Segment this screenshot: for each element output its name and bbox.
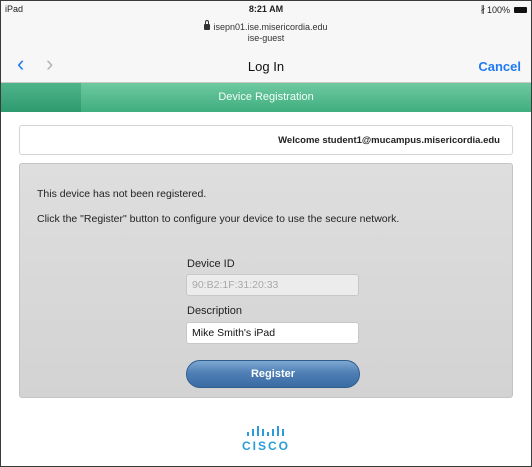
- battery-icon: [514, 6, 527, 13]
- description-label: Description: [187, 305, 243, 317]
- clock: 8:21 AM: [248, 4, 284, 14]
- page-title: Log In: [247, 59, 285, 74]
- registration-panel: This device has not been registered. Cli…: [19, 163, 513, 398]
- nav-bar: ‹ › Log In Cancel: [1, 49, 531, 83]
- status-right: ∦ 100%: [480, 4, 527, 15]
- register-instructions: Click the "Register" button to configure…: [37, 213, 400, 225]
- url-bar[interactable]: isepn01.ise.misericordia.edu ise-guest: [1, 17, 531, 49]
- banner-title: Device Registration: [218, 91, 314, 103]
- welcome-box: Welcome student1@mucampus.misericordia.e…: [19, 125, 513, 155]
- register-button[interactable]: Register: [186, 360, 360, 388]
- lock-icon: [204, 20, 211, 30]
- cisco-wordmark: CISCO: [241, 439, 290, 453]
- not-registered-message: This device has not been registered.: [37, 188, 207, 200]
- header-banner: Device Registration: [1, 83, 531, 112]
- device-id-label: Device ID: [187, 258, 235, 270]
- cancel-button[interactable]: Cancel: [478, 59, 521, 74]
- url-host: isepn01.ise.misericordia.edu: [213, 22, 328, 32]
- device-id-field: [186, 274, 359, 296]
- bluetooth-icon: ∦: [480, 4, 485, 14]
- battery-percent: 100%: [486, 4, 510, 15]
- network-name: ise-guest: [247, 33, 285, 43]
- url-host-row: isepn01.ise.misericordia.edu: [1, 20, 531, 32]
- status-bar: iPad 8:21 AM ∦ 100%: [1, 1, 531, 17]
- description-input[interactable]: [186, 322, 359, 344]
- cisco-logo: CISCO: [1, 425, 531, 453]
- welcome-text: Welcome student1@mucampus.misericordia.e…: [278, 135, 500, 146]
- cisco-bars-icon: [247, 426, 284, 436]
